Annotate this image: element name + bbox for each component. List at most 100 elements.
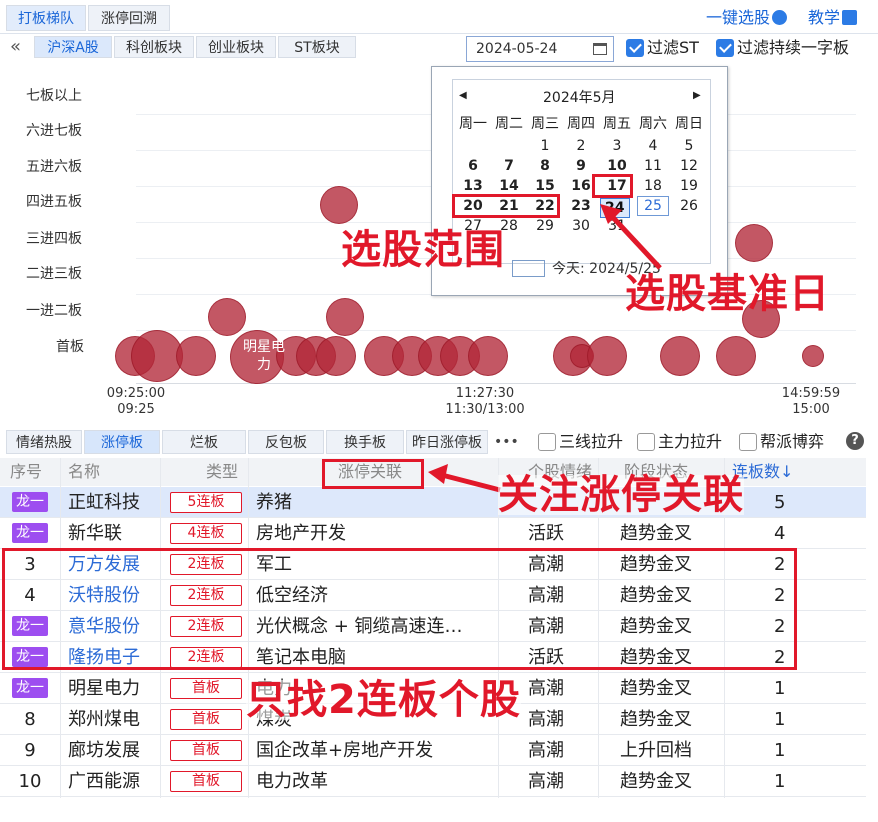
table-row[interactable]: 10 广西能源 首板 电力改革 高潮 趋势金叉 1	[0, 766, 866, 797]
tab-broken-board[interactable]: 烂板	[162, 430, 246, 454]
annotation-range: 选股范围	[341, 227, 505, 273]
bubble[interactable]	[320, 186, 358, 224]
row-no: 龙一	[12, 678, 48, 698]
day-cell[interactable]: 29	[527, 216, 563, 236]
x-tick: 14:59:59 15:00	[781, 386, 841, 417]
bubble[interactable]	[716, 336, 756, 376]
date-input[interactable]: 2024-05-24	[466, 36, 614, 62]
y-label: 七板以上	[26, 88, 82, 104]
day-cell[interactable]: 3	[599, 136, 635, 156]
stock-name[interactable]: 廊坊发展	[68, 735, 140, 766]
day-cell[interactable]: 1	[527, 136, 563, 156]
stock-name[interactable]: 新华联	[68, 518, 122, 549]
checkbox-checked-icon	[716, 39, 734, 57]
weekday-label: 周六	[639, 116, 667, 132]
teach-link[interactable]: 教学	[808, 7, 858, 29]
table-row[interactable]: 龙一 新华联 4连板 房地产开发 活跃 趋势金叉 4	[0, 518, 866, 549]
row-no-cell: 龙一	[0, 518, 60, 549]
stage-status: 上升回档	[620, 740, 692, 761]
day-cell[interactable]: 30	[563, 216, 599, 236]
y-label: 四进五板	[26, 194, 82, 210]
board-type-tag: 首板	[170, 709, 242, 730]
checkbox-icon	[538, 433, 556, 451]
day-cell[interactable]: 15	[527, 176, 563, 196]
option-main-force[interactable]: 主力拉升	[637, 432, 722, 452]
day-cell[interactable]: 4	[635, 136, 671, 156]
magnifier-icon	[772, 10, 788, 25]
one-click-select-link[interactable]: 一键选股	[706, 7, 788, 29]
stock-name[interactable]: 广西能源	[68, 766, 140, 797]
next-month-icon[interactable]: ▶	[693, 90, 701, 101]
tab-market-a[interactable]: 沪深A股	[34, 36, 112, 58]
more-icon[interactable]: •••	[494, 430, 519, 454]
tab-limit-up[interactable]: 涨停板	[84, 430, 160, 454]
tab-turnover-board[interactable]: 换手板	[326, 430, 404, 454]
tab-yesterday-limit[interactable]: 昨日涨停板	[406, 430, 488, 454]
stage-status: 趋势金叉	[620, 523, 692, 544]
row-no: 龙一	[12, 492, 48, 512]
y-label: 六进七板	[26, 123, 82, 139]
checkbox-checked-icon	[626, 39, 644, 57]
option-gang-game[interactable]: 帮派博弈	[739, 432, 824, 452]
day-cell[interactable]: 10	[599, 156, 635, 176]
filter-st-checkbox[interactable]: 过滤ST	[626, 38, 699, 58]
day-cell[interactable]: 26	[671, 196, 707, 216]
tab-mood-hot[interactable]: 情绪热股	[6, 430, 82, 454]
y-label: 三进四板	[26, 231, 82, 247]
day-cell[interactable]: 14	[491, 176, 527, 196]
bubble[interactable]	[587, 336, 627, 376]
tab-market-star[interactable]: 科创板块	[114, 36, 194, 58]
range-highlight	[592, 174, 633, 198]
bubble[interactable]	[208, 298, 246, 336]
annotation-find: 只找2连板个股	[246, 677, 521, 723]
tab-reversal-board[interactable]: 反包板	[248, 430, 324, 454]
stock-name[interactable]: 正虹科技	[68, 487, 140, 518]
row-no-cell: 10	[0, 766, 60, 797]
day-cell[interactable]: 19	[671, 176, 707, 196]
tab-market-gem[interactable]: 创业板块	[196, 36, 276, 58]
bubble[interactable]	[176, 336, 216, 376]
calendar-icon[interactable]	[593, 43, 607, 55]
board-type-tag: 首板	[170, 771, 242, 792]
board-count: 1	[774, 678, 786, 699]
day-cell[interactable]: 2	[563, 136, 599, 156]
stock-mood: 高潮	[528, 709, 564, 730]
collapse-icon[interactable]: «	[10, 36, 21, 58]
day-cell[interactable]: 18	[635, 176, 671, 196]
bubble[interactable]	[326, 298, 364, 336]
col-type[interactable]: 类型	[206, 458, 239, 486]
table-row[interactable]: 9 廊坊发展 首板 国企改革+房地产开发 高潮 上升回档 1	[0, 735, 866, 766]
annotation-focus: 关注涨停关联	[498, 472, 744, 518]
x-tick: 09:25:00 09:25	[106, 386, 166, 417]
day-cell[interactable]: 12	[671, 156, 707, 176]
col-name[interactable]: 名称	[68, 458, 101, 486]
bubble[interactable]	[802, 345, 824, 367]
day-cell[interactable]: 5	[671, 136, 707, 156]
bubble[interactable]	[735, 224, 773, 262]
bubble[interactable]	[660, 336, 700, 376]
stock-name[interactable]: 明星电力	[68, 673, 140, 704]
prev-month-icon[interactable]: ◀	[459, 90, 467, 101]
day-cell[interactable]: 11	[635, 156, 671, 176]
bubble[interactable]	[468, 336, 508, 376]
board-type-tag: 4连板	[170, 523, 242, 544]
stock-name[interactable]: 郑州煤电	[68, 704, 140, 735]
day-cell[interactable]: 23	[563, 196, 599, 216]
row-no-cell: 龙一	[0, 487, 60, 518]
filter-one-word-checkbox[interactable]: 过滤持续一字板	[716, 38, 849, 58]
limit-relation: 房地产开发	[256, 523, 346, 544]
help-icon[interactable]: ?	[846, 432, 864, 450]
tab-limit-review[interactable]: 涨停回溯	[88, 5, 170, 31]
checkbox-icon	[739, 433, 757, 451]
day-cell[interactable]: 6	[455, 156, 491, 176]
bubble[interactable]	[316, 336, 356, 376]
option-three-line[interactable]: 三线拉升	[538, 432, 623, 452]
day-cell[interactable]: 13	[455, 176, 491, 196]
day-cell[interactable]: 9	[563, 156, 599, 176]
day-cell[interactable]: 8	[527, 156, 563, 176]
tab-limit-ladder[interactable]: 打板梯队	[6, 5, 86, 31]
board-count: 5	[774, 492, 786, 513]
tab-market-st[interactable]: ST板块	[278, 36, 356, 58]
day-cell[interactable]: 7	[491, 156, 527, 176]
col-no[interactable]: 序号	[10, 458, 43, 486]
